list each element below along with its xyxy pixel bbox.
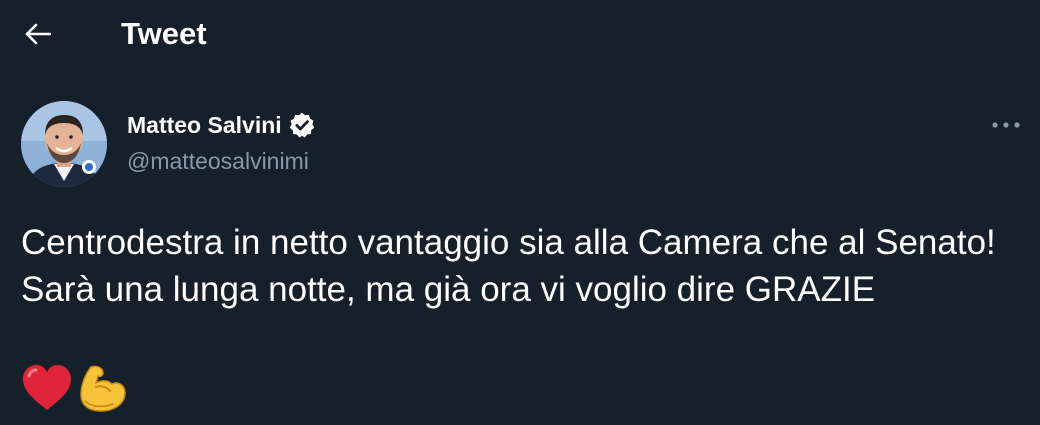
more-options-button[interactable] <box>984 110 1028 140</box>
avatar[interactable] <box>21 101 107 187</box>
author-row: Matteo Salvini <box>127 108 316 142</box>
top-bar: Tweet <box>0 0 1040 70</box>
page-title: Tweet <box>121 16 207 51</box>
tweet-emojis <box>21 362 127 414</box>
tweet-text: Centrodestra in netto vantaggio sia alla… <box>21 223 996 309</box>
avatar-photo <box>21 101 107 187</box>
red-heart-emoji <box>23 365 71 410</box>
author-name[interactable]: Matteo Salvini <box>127 108 282 142</box>
verified-badge-icon <box>289 112 314 138</box>
more-horizontal-icon <box>992 122 1020 128</box>
back-button[interactable] <box>18 14 58 54</box>
flexed-biceps-emoji <box>80 365 126 412</box>
arrow-left-icon <box>25 23 51 45</box>
author-handle[interactable]: @matteosalvinimi <box>127 145 309 177</box>
